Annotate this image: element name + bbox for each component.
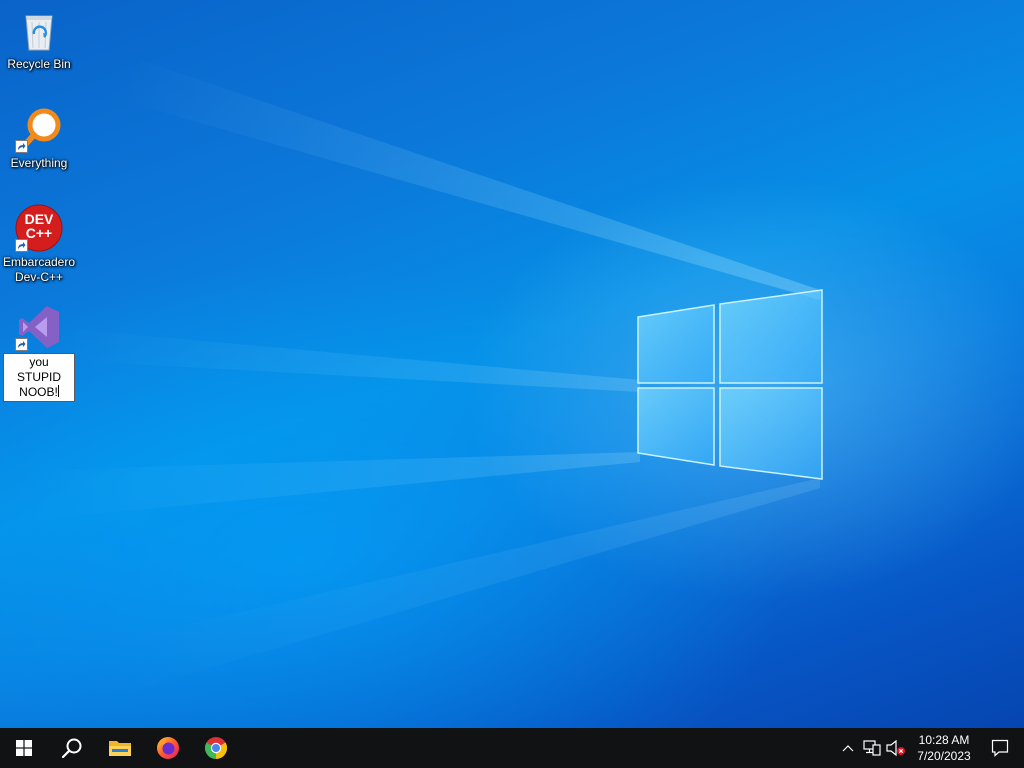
icon-label: Everything xyxy=(10,156,68,170)
rename-textbox[interactable]: you STUPID NOOB! xyxy=(3,353,75,402)
chrome-icon xyxy=(205,737,227,759)
start-button[interactable] xyxy=(0,728,48,768)
taskbar-chrome[interactable] xyxy=(192,728,240,768)
shortcut-arrow-icon xyxy=(15,239,28,252)
shortcut-arrow-icon xyxy=(15,140,28,153)
search-button[interactable] xyxy=(48,728,96,768)
chevron-up-icon xyxy=(842,745,854,752)
shortcut-arrow-icon xyxy=(15,338,28,351)
volume-button[interactable] xyxy=(884,728,908,768)
clock-date: 7/20/2023 xyxy=(917,749,971,763)
search-icon xyxy=(61,738,82,759)
wallpaper-light-beams xyxy=(30,60,820,700)
windows-wallpaper-logo xyxy=(637,289,823,480)
action-center-button[interactable] xyxy=(976,728,1024,768)
dev-cpp-icon: DEV C++ xyxy=(15,204,63,252)
network-button[interactable] xyxy=(860,728,884,768)
dev-cpp-badge-text: DEV C++ xyxy=(24,211,54,241)
everything-search-icon xyxy=(15,105,63,153)
recycle-bin-icon xyxy=(15,6,63,54)
icon-label: Embarcadero Dev-C++ xyxy=(2,255,76,284)
file-explorer-icon xyxy=(109,741,131,756)
system-tray: 10:28 AM 7/20/2023 xyxy=(836,728,1024,768)
desktop-icon-everything[interactable]: Everything xyxy=(1,105,77,171)
taskbar-clock[interactable]: 10:28 AM 7/20/2023 xyxy=(912,728,976,768)
desktop[interactable]: Recycle Bin Everything DEV C++ Embarcade… xyxy=(0,0,1024,728)
desktop-icon-visual-studio[interactable]: you STUPID NOOB! xyxy=(1,303,77,402)
taskbar-firefox[interactable] xyxy=(144,728,192,768)
action-center-icon xyxy=(991,739,1009,757)
taskbar: 10:28 AM 7/20/2023 xyxy=(0,728,1024,768)
desktop-icon-dev-cpp[interactable]: DEV C++ Embarcadero Dev-C++ xyxy=(1,204,77,285)
icon-label: Recycle Bin xyxy=(7,57,71,71)
text-caret xyxy=(57,385,59,397)
windows-start-icon xyxy=(16,740,32,756)
desktop-icon-recycle-bin[interactable]: Recycle Bin xyxy=(1,6,77,72)
taskbar-file-explorer[interactable] xyxy=(96,728,144,768)
network-icon xyxy=(863,740,881,756)
clock-time: 10:28 AM xyxy=(918,733,970,747)
show-hidden-icons-button[interactable] xyxy=(836,728,860,768)
firefox-icon xyxy=(157,737,179,759)
volume-muted-icon xyxy=(886,740,905,756)
visual-studio-icon xyxy=(15,303,63,351)
